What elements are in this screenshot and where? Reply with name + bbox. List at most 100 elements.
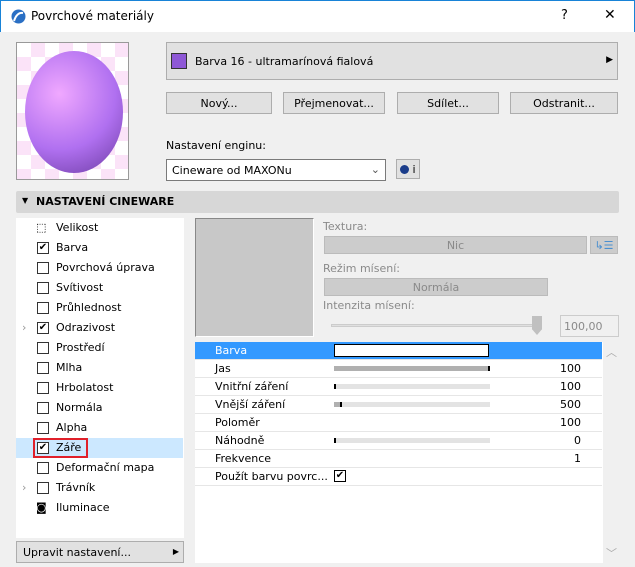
parameter-value[interactable]: 100 [560, 380, 581, 393]
blend-intensity-label: Intenzita mísení: [323, 299, 415, 312]
engine-info-button[interactable]: i [396, 159, 420, 179]
material-selector[interactable]: Barva 16 - ultramarínová fialová ▶ [166, 42, 618, 80]
scroll-up-icon[interactable]: ︿ [606, 344, 617, 360]
blend-mode-label: Režim mísení: [323, 262, 400, 275]
channel-item[interactable]: Mlha [16, 358, 183, 378]
channel-label: Velikost [56, 221, 99, 234]
checkbox[interactable] [37, 482, 49, 494]
channel-item[interactable]: ⬚ Velikost [16, 218, 183, 238]
parameter-value[interactable]: 1 [574, 452, 581, 465]
checkbox[interactable] [37, 262, 49, 274]
chevron-right-icon[interactable]: › [22, 481, 26, 494]
chevron-right-icon[interactable]: › [22, 321, 26, 334]
channel-item[interactable]: › Trávník [16, 478, 183, 498]
engine-label: Nastavení enginu: [166, 139, 266, 152]
parameter-row[interactable]: Použít barvu povrc... ✔ [195, 468, 602, 486]
checkbox[interactable] [37, 422, 49, 434]
illumination-icon: ◙ [36, 501, 47, 514]
channel-item[interactable]: ✔ Barva [16, 238, 183, 258]
edit-settings-button[interactable]: Upravit nastavení... ▶ [16, 541, 184, 563]
parameter-row[interactable]: Frekvence 1 [195, 450, 602, 468]
checkbox[interactable] [37, 382, 49, 394]
arrow-right-icon: ▶ [172, 547, 179, 556]
rename-button[interactable]: Přejmenovat... [283, 92, 385, 114]
channel-label: Odrazivost [56, 321, 116, 334]
delete-button[interactable]: Odstranit... [510, 92, 618, 114]
checkbox[interactable]: ✔ [334, 470, 346, 482]
parameter-name: Frekvence [215, 452, 272, 465]
color-swatch[interactable] [334, 344, 489, 357]
channel-item[interactable]: Normála [16, 398, 183, 418]
texture-browse-icon[interactable]: ↳☰ [590, 236, 618, 254]
blend-intensity-slider[interactable] [331, 316, 542, 335]
channel-item[interactable]: Deformační mapa [16, 458, 183, 478]
value-bar[interactable] [334, 402, 490, 407]
scroll-down-icon[interactable]: ﹀ [606, 545, 617, 561]
channel-item[interactable]: Povrchová úprava [16, 258, 183, 278]
parameter-row[interactable]: Barva [195, 342, 602, 360]
checkbox[interactable] [37, 282, 49, 294]
parameter-row[interactable]: Vnitřní záření 100 [195, 378, 602, 396]
checkbox[interactable] [37, 342, 49, 354]
arrow-right-icon: ▶ [606, 55, 613, 65]
value-bar[interactable] [334, 438, 490, 443]
parameter-row[interactable]: Poloměr 100 [195, 414, 602, 432]
channel-item[interactable]: Průhlednost [16, 298, 183, 318]
channel-label: Alpha [56, 421, 88, 434]
texture-field[interactable]: Nic [324, 236, 587, 254]
value-bar-fill [334, 384, 336, 389]
parameter-value[interactable]: 100 [560, 416, 581, 429]
parameter-value[interactable]: 0 [574, 434, 581, 447]
cinema4d-icon [400, 164, 410, 174]
checkbox[interactable] [37, 302, 49, 314]
slider-thumb[interactable] [532, 316, 542, 335]
help-button[interactable]: ? [561, 8, 568, 23]
checkbox[interactable] [37, 402, 49, 414]
value-bar[interactable] [334, 384, 490, 389]
parameter-value[interactable]: 500 [560, 398, 581, 411]
value-bar[interactable] [334, 366, 490, 371]
parameter-row[interactable]: Vnější záření 500 [195, 396, 602, 414]
close-button[interactable]: ✕ [604, 7, 616, 23]
parameter-row[interactable]: Jas 100 [195, 360, 602, 378]
channel-label: Normála [56, 401, 103, 414]
material-swatch [171, 53, 187, 69]
channel-label: Iluminace [56, 501, 110, 514]
blend-mode-dropdown[interactable]: Normála [324, 278, 548, 296]
channel-item[interactable]: ✔ Záře [16, 438, 183, 458]
app-logo-icon [11, 9, 26, 24]
info-icon: i [412, 162, 416, 176]
channel-item[interactable]: Alpha [16, 418, 183, 438]
checkbox[interactable] [37, 462, 49, 474]
scrollbar[interactable]: ︿ ﹀ [603, 342, 619, 563]
share-button[interactable]: Sdílet... [397, 92, 499, 114]
channel-item[interactable]: Prostředí [16, 338, 183, 358]
engine-dropdown[interactable]: Cineware od MAXONu ⌄ [166, 159, 386, 181]
channel-item[interactable]: Svítivost [16, 278, 183, 298]
checkbox[interactable]: ✔ [37, 322, 49, 334]
section-header[interactable]: ▼ NASTAVENÍ CINEWARE [16, 191, 619, 213]
parameter-row[interactable]: Náhodně 0 [195, 432, 602, 450]
channel-label: Prostředí [56, 341, 105, 354]
parameter-name: Vnitřní záření [215, 380, 289, 393]
channel-label: Barva [56, 241, 89, 254]
parameter-name: Použít barvu povrc... [215, 470, 328, 483]
triangle-down-icon: ▼ [22, 196, 29, 205]
checkbox[interactable] [37, 362, 49, 374]
edit-settings-label: Upravit nastavení... [23, 545, 131, 559]
title-bar: Povrchové materiály ? ✕ [0, 0, 635, 32]
parameter-value[interactable]: 100 [560, 362, 581, 375]
value-bar-fill [334, 366, 490, 371]
section-title: NASTAVENÍ CINEWARE [36, 195, 175, 208]
channel-item[interactable]: ◙ Iluminace [16, 498, 183, 518]
channel-label: Deformační mapa [56, 461, 155, 474]
parameter-table: Barva Jas 100 Vnitřní záření 100 Vnější zářen… [195, 342, 603, 563]
texture-preview [195, 218, 314, 337]
parameter-name: Barva [215, 344, 248, 357]
blend-intensity-field[interactable]: 100,00 [560, 315, 619, 337]
new-button[interactable]: Nový... [166, 92, 272, 114]
channel-item[interactable]: › ✔ Odrazivost [16, 318, 183, 338]
checkbox[interactable]: ✔ [37, 242, 49, 254]
channel-item[interactable]: Hrbolatost [16, 378, 183, 398]
material-preview [16, 42, 129, 180]
